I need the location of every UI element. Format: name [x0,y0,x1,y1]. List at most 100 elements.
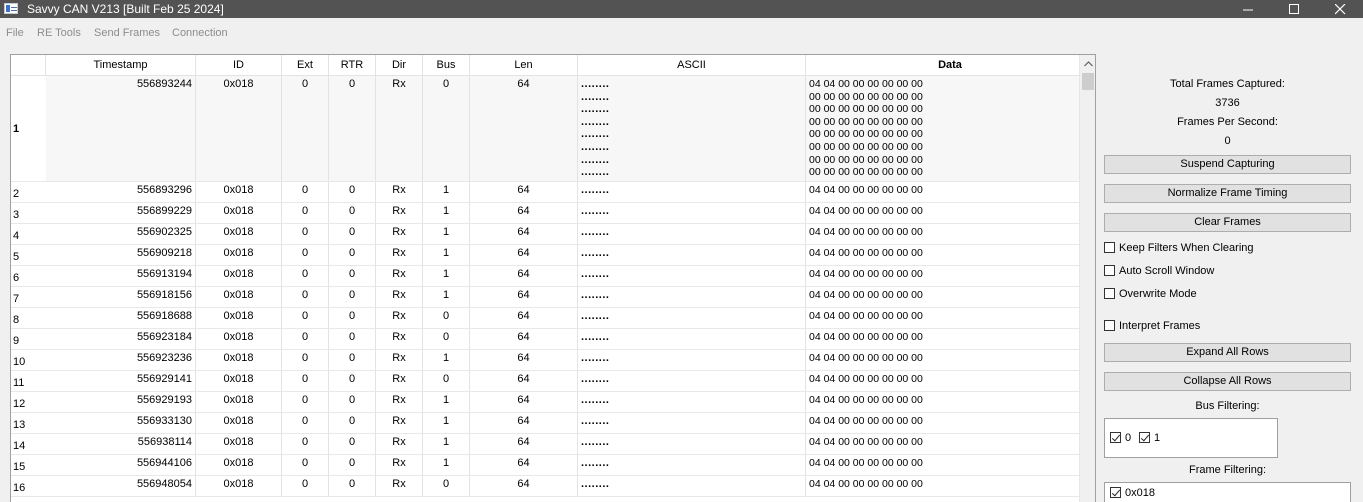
overwrite-mode-label: Overwrite Mode [1119,288,1197,300]
cell-timestamp: 556918688 [46,308,196,328]
expand-all-rows-button[interactable]: Expand All Rows [1104,343,1351,362]
normalize-frame-timing-button[interactable]: Normalize Frame Timing [1104,184,1351,203]
column-header-dir[interactable]: Dir [376,55,423,75]
bus-filter-0-checkbox[interactable]: 0 [1110,431,1131,444]
collapse-all-rows-button[interactable]: Collapse All Rows [1104,372,1351,391]
keep-filters-label: Keep Filters When Clearing [1119,242,1254,254]
cell-id: 0x018 [196,308,282,328]
table-row[interactable]: 556948054 0x018 0 0 Rx 0 64........ 04 04 00 00… [46,476,1079,497]
scroll-thumb[interactable] [1082,73,1094,90]
row-number[interactable]: 15 [11,455,46,476]
suspend-capturing-button[interactable]: Suspend Capturing [1104,155,1351,174]
row-number[interactable]: 16 [11,476,46,497]
column-header-rtr[interactable]: RTR [329,55,376,75]
row-number[interactable]: 5 [11,245,46,266]
cell-timestamp: 556923236 [46,350,196,370]
cell-data-text: 04 04 00 00 00 00 00 00 [809,394,923,406]
menu-file[interactable]: File [6,26,24,40]
cell-ext: 0 [282,224,329,244]
table-row[interactable]: 556923184 0x018 0 0 Rx 0 64........ 04 04 00 00… [46,329,1079,350]
column-header-ext[interactable]: Ext [282,55,329,75]
overwrite-mode-checkbox[interactable]: Overwrite Mode [1104,287,1197,302]
row-number[interactable]: 13 [11,413,46,434]
row-number[interactable]: 12 [11,392,46,413]
table-row[interactable]: 556893296 0x018 0 0 Rx 1 64........ 04 04 00 00… [46,182,1079,203]
scroll-up-button[interactable] [1080,55,1095,72]
cell-id-text: 0x018 [223,268,254,280]
column-header-bus[interactable]: Bus [423,55,470,75]
table-row[interactable]: 556929193 0x018 0 0 Rx 1 64........ 04 04 00 00… [46,392,1079,413]
cell-timestamp: 556929141 [46,371,196,391]
table-row[interactable]: 556938114 0x018 0 0 Rx 1 64........ 04 04 00 00… [46,434,1079,455]
column-header-id[interactable]: ID [196,55,282,75]
cell-rtr: 0 [329,392,376,412]
column-header-data[interactable]: Data [806,55,1094,75]
row-number[interactable]: 2 [11,182,46,203]
cell-len: 64 [470,203,578,223]
column-header-timestamp[interactable]: Timestamp [46,55,196,75]
vertical-scrollbar[interactable] [1079,55,1095,502]
table-row[interactable]: 556923236 0x018 0 0 Rx 1 64........ 04 04 00 00… [46,350,1079,371]
table-row[interactable]: 556902325 0x018 0 0 Rx 1 64........ 04 04 00 00… [46,224,1079,245]
row-number[interactable]: 6 [11,266,46,287]
cell-dir-text: Rx [392,310,406,322]
cell-ext: 0 [282,245,329,265]
cell-data-text: 04 04 00 00 00 00 00 00 00 00 00 00 00 0… [809,78,923,179]
cell-data: 04 04 00 00 00 00 00 00 [806,413,1079,433]
cell-timestamp: 556929193 [46,392,196,412]
cell-len-text: 64 [517,331,530,343]
cell-data: 04 04 00 00 00 00 00 00 [806,392,1079,412]
cell-ext: 0 [282,287,329,307]
table-row[interactable]: 556918156 0x018 0 0 Rx 1 64........ 04 04 00 00… [46,287,1079,308]
close-button[interactable] [1317,0,1363,18]
row-number[interactable]: 10 [11,350,46,371]
column-header-ascii[interactable]: ASCII [578,55,806,75]
keep-filters-checkbox[interactable]: Keep Filters When Clearing [1104,241,1254,256]
frame-filter-0x018-checkbox[interactable]: 0x018 [1110,486,1155,499]
auto-scroll-checkbox[interactable]: Auto Scroll Window [1104,264,1214,279]
menu-re-tools[interactable]: RE Tools [37,26,81,40]
clear-frames-button[interactable]: Clear Frames [1104,213,1351,232]
cell-len: 64 [470,434,578,454]
cell-bus: 1 [423,413,470,433]
row-number[interactable]: 8 [11,308,46,329]
total-frames-value: 3736 [1215,97,1240,109]
table-row[interactable]: 556893244 0x018 0 0 Rx 0 64 ........ ........ .… [46,76,1079,182]
table-row[interactable]: 556913194 0x018 0 0 Rx 1 64........ 04 04 00 00… [46,266,1079,287]
table-row[interactable]: 556899229 0x018 0 0 Rx 1 64........ 04 04 00 00… [46,203,1079,224]
cell-id: 0x018 [196,203,282,223]
cell-ascii-text: ........ [581,226,610,238]
bus-filter-1-checkbox[interactable]: 1 [1139,431,1160,444]
cell-id: 0x018 [196,224,282,244]
row-number[interactable]: 3 [11,203,46,224]
table-row[interactable]: 556918688 0x018 0 0 Rx 0 64........ 04 04 00 00… [46,308,1079,329]
cell-bus: 1 [423,266,470,286]
row-number[interactable]: 9 [11,329,46,350]
maximize-button[interactable] [1271,0,1317,18]
row-number-text: 7 [13,293,20,305]
row-number[interactable]: 11 [11,371,46,392]
cell-id: 0x018 [196,476,282,496]
row-number[interactable]: 14 [11,434,46,455]
cell-data-text: 04 04 00 00 00 00 00 00 [809,457,923,469]
corner-cell[interactable] [11,55,46,75]
cell-dir-text: Rx [392,184,406,196]
cell-timestamp-text: 556933130 [136,415,192,427]
menu-send-frames[interactable]: Send Frames [94,26,160,40]
row-number[interactable]: 1 [11,76,46,182]
menu-connection[interactable]: Connection [172,26,228,40]
row-number[interactable]: 4 [11,224,46,245]
table-row[interactable]: 556933130 0x018 0 0 Rx 1 64........ 04 04 00 00… [46,413,1079,434]
frames-table[interactable]: Timestamp ID Ext RTR Dir Bus Len ASCII D… [10,54,1096,502]
cell-data: 04 04 00 00 00 00 00 00 [806,224,1079,244]
interpret-frames-checkbox[interactable]: Interpret Frames [1104,319,1200,334]
minimize-button[interactable] [1225,0,1271,18]
cell-rtr: 0 [329,76,376,181]
row-number-text: 2 [13,188,20,200]
cell-len-text: 64 [517,268,530,280]
table-row[interactable]: 556929141 0x018 0 0 Rx 0 64........ 04 04 00 00… [46,371,1079,392]
column-header-len[interactable]: Len [470,55,578,75]
table-row[interactable]: 556944106 0x018 0 0 Rx 1 64........ 04 04 00 00… [46,455,1079,476]
row-number[interactable]: 7 [11,287,46,308]
table-row[interactable]: 556909218 0x018 0 0 Rx 1 64........ 04 04 00 00… [46,245,1079,266]
